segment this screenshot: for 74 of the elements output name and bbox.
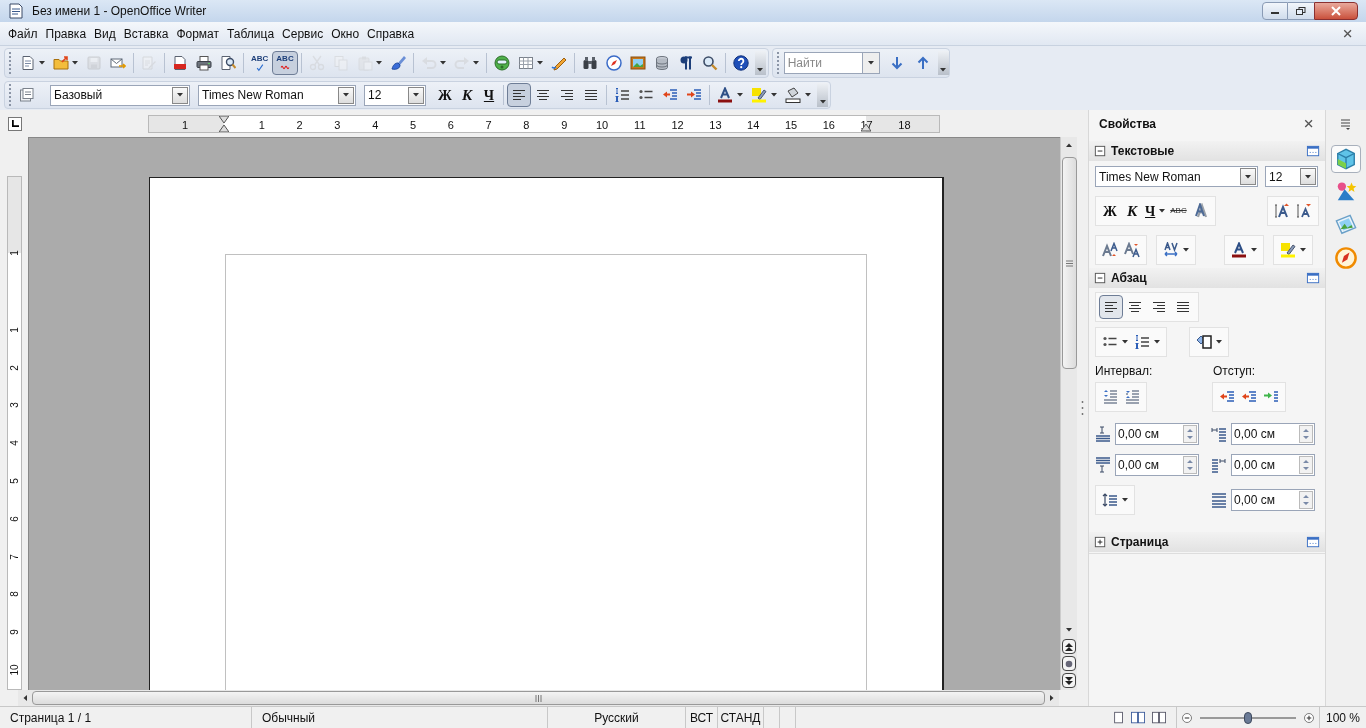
ruler-number: 3 — [334, 117, 341, 133]
ruler-number: 6 — [9, 515, 21, 524]
language-label: Русский — [548, 707, 686, 728]
ruler-number: 4 — [372, 117, 379, 133]
ruler-number: 1 — [9, 326, 21, 335]
menu-item[interactable]: Сервис — [278, 24, 328, 43]
ruler-number: 12 — [671, 117, 684, 133]
ruler-number: 10 — [595, 117, 609, 133]
menu-item[interactable]: Формат — [172, 24, 224, 43]
ruler-number: 7 — [485, 117, 492, 133]
ruler-number: 1 — [9, 249, 21, 258]
ruler-number: 8 — [9, 590, 21, 600]
ruler-number: 5 — [409, 117, 417, 133]
menu-item[interactable]: Вставка — [119, 24, 173, 43]
font-name-combo[interactable]: Times New Roman — [198, 84, 356, 106]
strikethrough-button[interactable]: ABC — [1167, 199, 1190, 223]
spin-field[interactable]: 0,00 см — [1115, 454, 1199, 476]
underline-button[interactable]: Ч — [1143, 199, 1168, 223]
page-indicator: Страница 1 / 1 — [0, 707, 252, 728]
find-field[interactable]: Найти — [783, 52, 862, 74]
menu-item[interactable]: Таблица — [223, 24, 279, 43]
ruler-number: 15 — [784, 117, 798, 133]
ruler-number: 1 — [258, 117, 265, 133]
section-title: Страница — [1111, 534, 1170, 551]
indent-label: Отступ: — [1213, 363, 1256, 380]
ruler-number: 4 — [9, 439, 21, 448]
ruler-number: 2 — [296, 117, 303, 133]
section-header[interactable]: Абзац — [1089, 268, 1325, 288]
section-header[interactable]: Текстовые — [1089, 141, 1325, 161]
spacing-label: Интервал: — [1095, 363, 1154, 380]
section-header[interactable]: Страница — [1089, 532, 1325, 552]
ruler-number: 7 — [9, 552, 21, 562]
window-title: Без имени 1 - OpenOffice Writer — [32, 3, 207, 20]
font-size-combo[interactable]: 12 — [1265, 166, 1318, 187]
section-title: Текстовые — [1111, 143, 1176, 160]
ruler-number: 11 — [634, 117, 646, 133]
selection-mode-label: СТАНД — [718, 707, 764, 728]
menu-item[interactable]: Файл — [4, 24, 42, 43]
ruler-number: 14 — [747, 117, 760, 133]
ruler-number: 18 — [898, 117, 911, 133]
zoom-percentage: 100 % — [1318, 707, 1366, 728]
ruler-number: 5 — [9, 477, 21, 486]
ruler-number: 1 — [181, 117, 189, 133]
ruler-number: 16 — [822, 117, 835, 133]
spin-field[interactable]: 0,00 см — [1115, 423, 1199, 445]
sidebar-title: Свойства — [1099, 116, 1158, 133]
spin-field[interactable]: 0,00 см — [1231, 489, 1315, 511]
auto-spellcheck-button[interactable]: ABC — [272, 51, 298, 75]
spin-field[interactable]: 0,00 см — [1231, 423, 1315, 445]
underline-button[interactable]: Ч — [478, 83, 500, 107]
insert-mode-label: ВСТ — [686, 707, 718, 728]
bold-button[interactable]: Ж — [1099, 199, 1121, 223]
ruler-number: 13 — [709, 117, 722, 133]
ruler-number: 8 — [523, 117, 530, 133]
ruler-number: 9 — [9, 628, 21, 637]
menu-item[interactable]: Справка — [363, 24, 419, 43]
ruler-number: 3 — [9, 401, 21, 411]
section-title: Абзац — [1111, 270, 1148, 287]
menu-item[interactable]: Правка — [41, 24, 91, 43]
italic-button[interactable]: К — [456, 83, 478, 107]
menu-item[interactable]: Окно — [327, 24, 364, 43]
spellcheck-button[interactable]: ABC — [247, 51, 273, 75]
font-size-combo[interactable]: 12 — [364, 84, 426, 106]
ruler-number: 2 — [9, 363, 21, 373]
font-name-combo[interactable]: Times New Roman — [1095, 166, 1258, 187]
ruler-number: 9 — [561, 117, 568, 133]
menu-item[interactable]: Вид — [90, 24, 120, 43]
bold-button[interactable]: Ж — [434, 83, 456, 107]
spin-field[interactable]: 0,00 см — [1231, 454, 1315, 476]
page-style-label: Обычный — [252, 707, 548, 728]
ruler-number: 6 — [447, 117, 454, 133]
paragraph-style-combo[interactable]: Базовый — [50, 84, 190, 106]
italic-button[interactable]: К — [1121, 199, 1143, 223]
ruler-number: 10 — [9, 664, 21, 676]
